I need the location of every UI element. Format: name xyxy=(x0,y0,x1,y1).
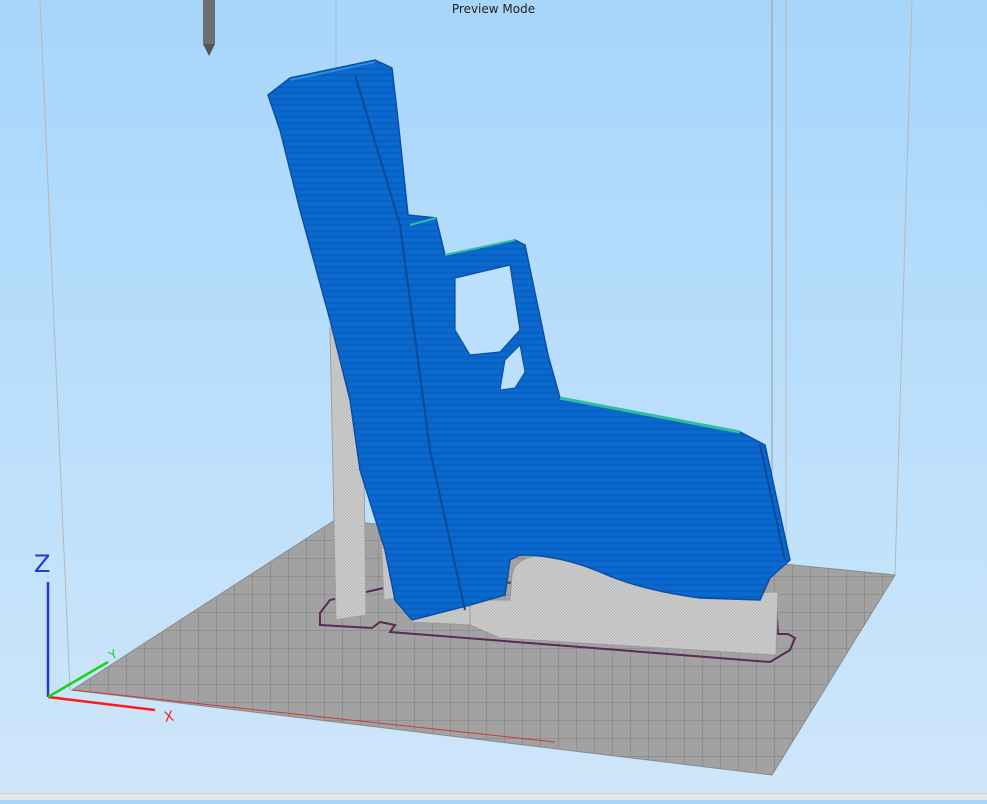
scene-canvas[interactable]: Z X Y xyxy=(0,0,987,800)
z-axis-label: Z xyxy=(34,550,50,578)
x-axis-label: X xyxy=(163,708,176,725)
preview-mode-label: Preview Mode xyxy=(451,2,536,16)
bottom-status-strip xyxy=(0,793,987,800)
3d-preview-viewport[interactable]: Z X Y Preview Mode xyxy=(0,0,987,800)
